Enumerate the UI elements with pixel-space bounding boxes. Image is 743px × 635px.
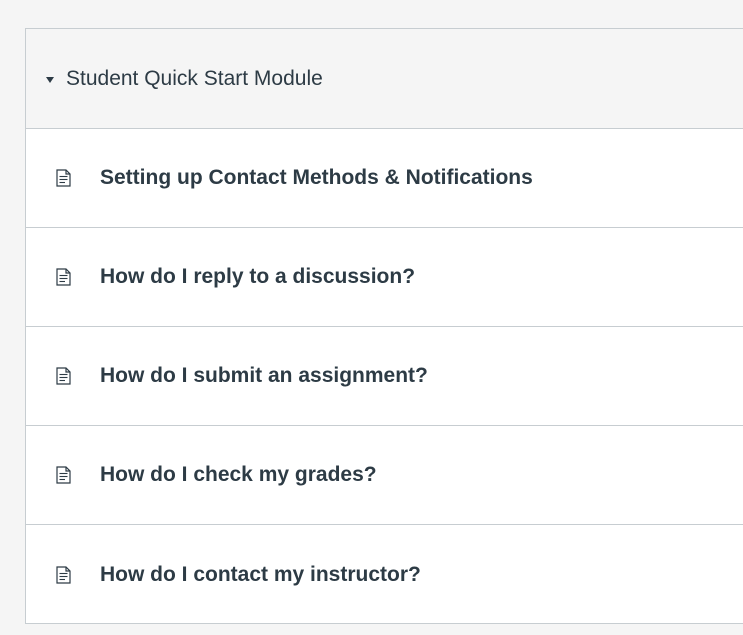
caret-down-icon[interactable] [46,76,54,83]
page-icon [56,268,71,286]
module-item-contact-methods[interactable]: Setting up Contact Methods & Notificatio… [26,129,743,228]
page-icon [56,466,71,484]
module-item-contact-instructor[interactable]: How do I contact my instructor? [26,525,743,624]
module-item-title[interactable]: How do I submit an assignment? [100,364,428,388]
page-background: Student Quick Start Module Setting up Co… [0,0,743,635]
module-container: Student Quick Start Module Setting up Co… [25,28,743,624]
module-item-reply-discussion[interactable]: How do I reply to a discussion? [26,228,743,327]
page-icon [56,169,71,187]
module-title: Student Quick Start Module [66,66,323,90]
page-icon [56,367,71,385]
page-icon [56,565,71,584]
module-item-title[interactable]: How do I contact my instructor? [100,563,421,587]
module-item-submit-assignment[interactable]: How do I submit an assignment? [26,327,743,426]
module-item-check-grades[interactable]: How do I check my grades? [26,426,743,525]
module-item-title[interactable]: How do I check my grades? [100,463,377,487]
module-item-title[interactable]: How do I reply to a discussion? [100,265,415,289]
module-header[interactable]: Student Quick Start Module [26,29,743,129]
module-item-title[interactable]: Setting up Contact Methods & Notificatio… [100,166,533,190]
